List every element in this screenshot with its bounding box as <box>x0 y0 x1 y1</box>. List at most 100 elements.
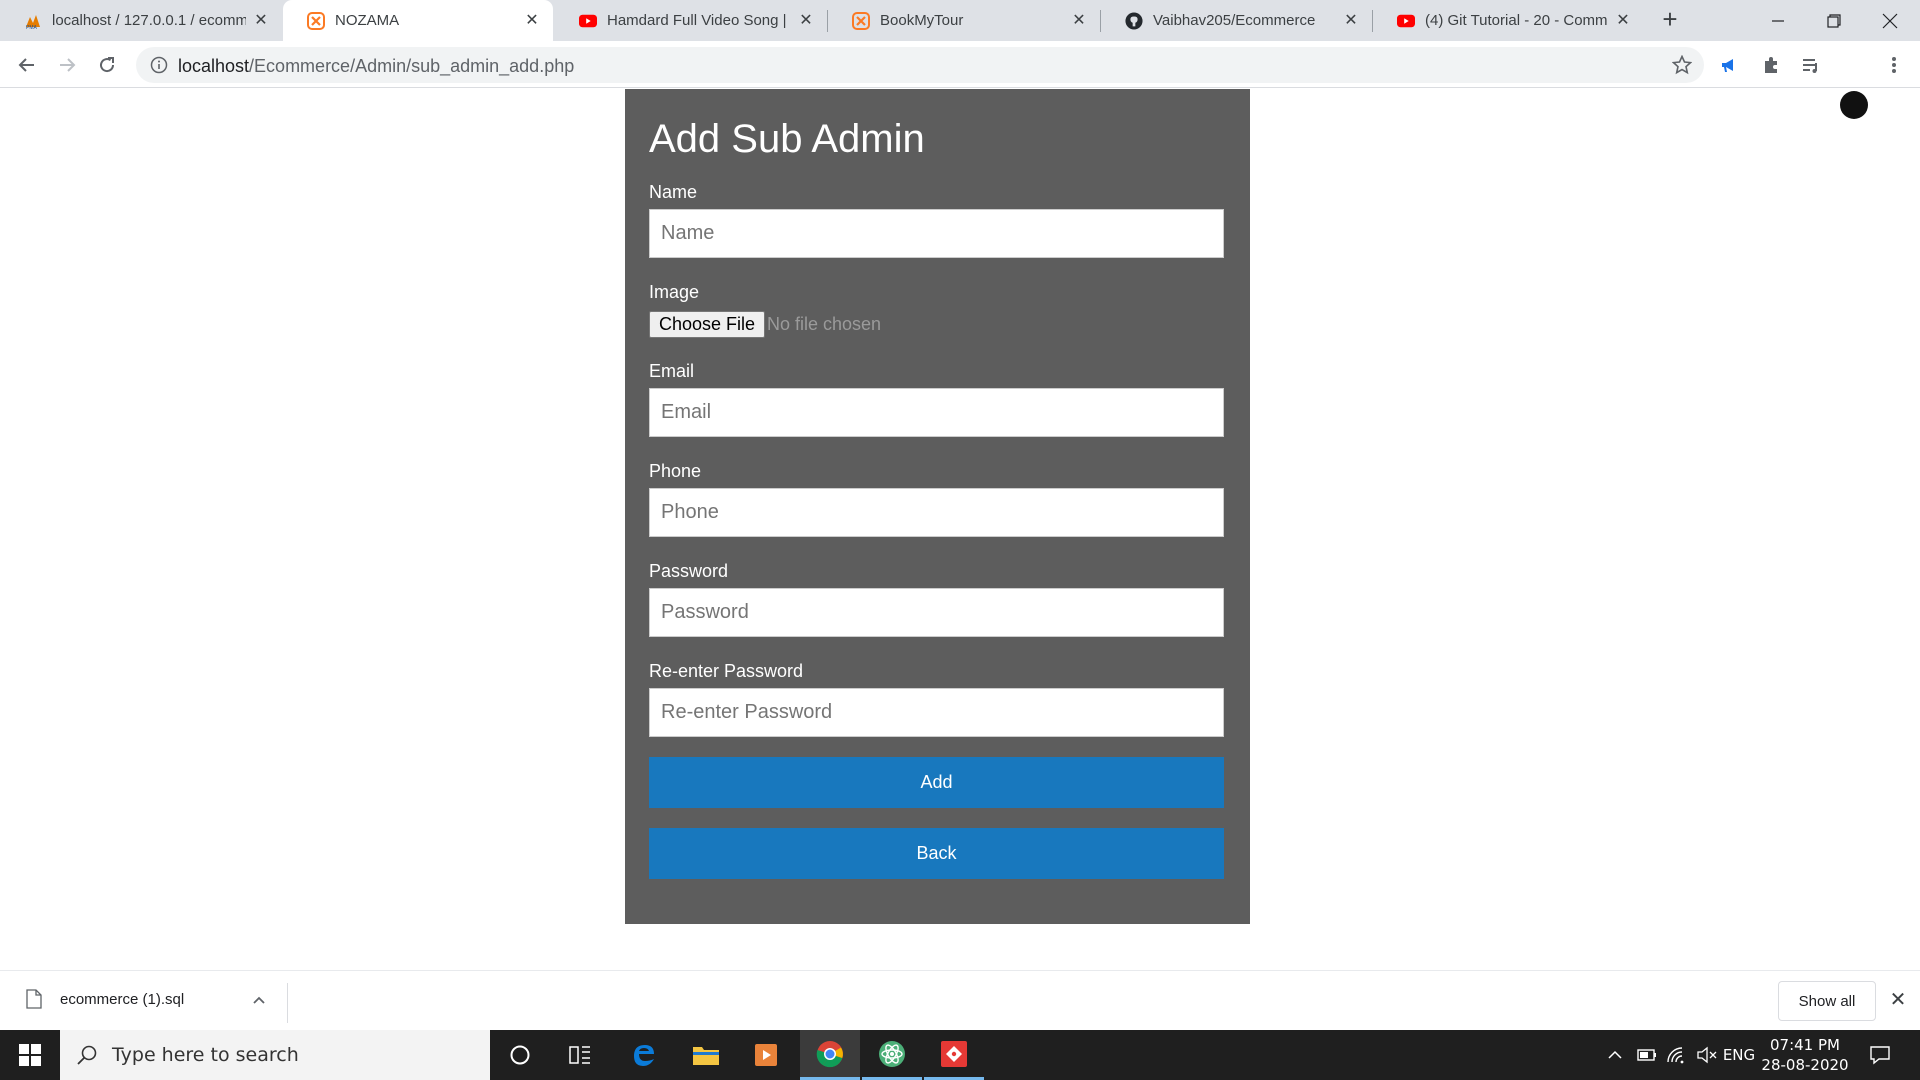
tab-strip: PMA localhost / 127.0.0.1 / ecommerce ✕ … <box>0 0 1920 41</box>
atom-icon <box>879 1040 905 1067</box>
volume-indicator[interactable] <box>1692 1030 1722 1080</box>
repassword-input[interactable]: Re-enter Password <box>649 688 1224 737</box>
tab-title: Hamdard Full Video Song | Ek Villain <box>607 12 791 29</box>
arrow-left-icon <box>18 58 34 72</box>
new-tab-button[interactable]: + <box>1656 6 1684 34</box>
phone-input[interactable]: Phone <box>649 488 1224 537</box>
clock-time: 07:41 PM <box>1770 1036 1840 1054</box>
forward-nav-button[interactable] <box>52 50 82 80</box>
password-label: Password <box>649 561 729 581</box>
notification-icon <box>1870 1046 1890 1065</box>
svg-text:PMA: PMA <box>26 25 38 30</box>
url-text[interactable]: localhost/Ecommerce/Admin/sub_admin_add.… <box>178 56 574 77</box>
task-view-button[interactable] <box>550 1030 610 1080</box>
url-path: /Ecommerce/Admin/sub_admin_add.php <box>249 56 575 76</box>
tab-bookmytour[interactable]: BookMyTour ✕ <box>828 0 1100 41</box>
youtube-icon <box>1397 12 1415 30</box>
edge-icon <box>634 1045 654 1066</box>
media-player-icon <box>755 1044 777 1066</box>
search-placeholder: Type here to search <box>112 1044 299 1066</box>
action-center-button[interactable] <box>1860 1030 1900 1080</box>
chevron-up-icon <box>1608 1050 1622 1059</box>
windows-taskbar: Type here to search ENG 07:41 PM 28-08-2… <box>0 1030 1920 1080</box>
git-icon <box>941 1040 967 1067</box>
tab-title: BookMyTour <box>880 12 964 29</box>
chevron-up-icon[interactable] <box>250 991 268 1009</box>
divider <box>287 983 288 1023</box>
email-input[interactable]: Email <box>649 388 1224 437</box>
close-icon[interactable]: ✕ <box>1070 12 1088 30</box>
tab-youtube-hamdard[interactable]: Hamdard Full Video Song | Ek Villain ✕ <box>555 0 827 41</box>
file-explorer-app[interactable] <box>676 1030 736 1080</box>
image-label: Image <box>649 282 700 302</box>
add-button[interactable]: Add <box>649 757 1224 808</box>
show-hidden-icons-button[interactable] <box>1600 1030 1630 1080</box>
tab-github[interactable]: Vaibhav205/Ecommerce ✕ <box>1101 0 1372 41</box>
input-language[interactable]: ENG <box>1722 1030 1756 1080</box>
repassword-label: Re-enter Password <box>649 661 804 681</box>
close-icon[interactable]: ✕ <box>1342 12 1360 30</box>
menu-kebab-icon[interactable] <box>1883 54 1905 76</box>
phpmyadmin-icon: PMA <box>24 12 42 30</box>
close-icon[interactable]: ✕ <box>523 12 541 30</box>
github-icon <box>1125 11 1143 30</box>
close-icon[interactable]: ✕ <box>1614 12 1632 30</box>
tab-title: (4) Git Tutorial - 20 - Commit <box>1425 12 1608 29</box>
page-title: Add Sub Admin <box>649 117 925 161</box>
chrome-app[interactable] <box>800 1030 860 1080</box>
clock-date: 28-08-2020 <box>1761 1056 1849 1074</box>
url-host: localhost <box>178 56 250 76</box>
tab-title: Vaibhav205/Ecommerce <box>1153 12 1316 29</box>
back-nav-button[interactable] <box>12 50 42 80</box>
volume-muted-icon <box>1697 1046 1717 1064</box>
youtube-icon <box>579 12 597 30</box>
back-button[interactable]: Back <box>649 828 1224 879</box>
name-label: Name <box>649 182 698 202</box>
extensions-puzzle-icon[interactable] <box>1760 54 1782 76</box>
tab-phpmyadmin[interactable]: PMA localhost / 127.0.0.1 / ecommerce ✕ <box>0 0 282 41</box>
browser-toolbar: localhost/Ecommerce/Admin/sub_admin_add.… <box>0 41 1920 119</box>
edge-app[interactable] <box>614 1030 674 1080</box>
download-item[interactable]: ecommerce (1).sql <box>26 989 184 1009</box>
tab-youtube-git[interactable]: (4) Git Tutorial - 20 - Commit ✕ <box>1373 0 1644 41</box>
close-icon[interactable]: ✕ <box>797 12 815 30</box>
tab-nozama[interactable]: NOZAMA ✕ <box>283 0 553 41</box>
media-player-app[interactable] <box>736 1030 796 1080</box>
system-clock[interactable]: 07:41 PM 28-08-2020 <box>1755 1035 1855 1075</box>
battery-indicator[interactable] <box>1630 1030 1662 1080</box>
password-input[interactable]: Password <box>649 588 1224 637</box>
download-shelf: ecommerce (1).sql Show all ✕ <box>0 970 1920 1030</box>
choose-file-button[interactable]: Choose File <box>649 311 766 338</box>
tab-title: localhost / 127.0.0.1 / ecommerce <box>52 12 246 29</box>
windows-logo-icon <box>19 1044 41 1066</box>
bookmark-star-icon[interactable] <box>1672 55 1692 75</box>
search-icon <box>77 1045 97 1065</box>
restore-button[interactable] <box>1806 0 1862 41</box>
name-input[interactable]: Name <box>649 209 1224 258</box>
close-icon[interactable]: ✕ <box>1888 990 1908 1010</box>
show-all-button[interactable]: Show all <box>1778 981 1876 1021</box>
battery-icon <box>1637 1049 1656 1061</box>
profile-avatar[interactable] <box>1840 91 1868 119</box>
address-bar[interactable]: localhost/Ecommerce/Admin/sub_admin_add.… <box>136 47 1704 83</box>
taskbar-search-box[interactable]: Type here to search <box>60 1030 490 1080</box>
git-app[interactable] <box>924 1030 984 1080</box>
wifi-icon <box>1667 1047 1684 1064</box>
extension-megaphone-icon[interactable] <box>1718 54 1740 76</box>
media-queue-icon[interactable] <box>1800 54 1822 76</box>
reload-icon <box>100 57 115 73</box>
atom-app[interactable] <box>862 1030 922 1080</box>
xampp-icon <box>307 11 325 30</box>
info-icon[interactable] <box>150 56 168 74</box>
task-view-icon <box>569 1046 590 1064</box>
close-icon[interactable]: ✕ <box>252 12 270 30</box>
network-indicator[interactable] <box>1662 1030 1692 1080</box>
window-close-button[interactable] <box>1862 0 1918 41</box>
minimize-button[interactable] <box>1750 0 1806 41</box>
start-button[interactable] <box>0 1030 60 1080</box>
add-sub-admin-panel: Add Sub Admin Name Name Image Choose Fil… <box>625 89 1250 924</box>
tab-title: NOZAMA <box>335 12 400 29</box>
reload-button[interactable] <box>92 50 122 80</box>
arrow-right-icon <box>60 58 76 72</box>
cortana-button[interactable] <box>490 1030 550 1080</box>
